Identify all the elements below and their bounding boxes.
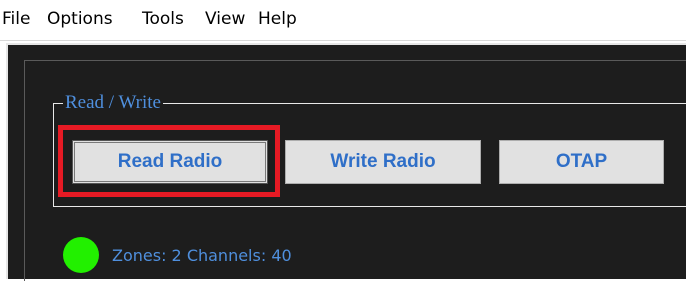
menu-tools[interactable]: Tools <box>142 8 184 30</box>
read-write-group-title: Read / Write <box>63 91 163 115</box>
otap-button[interactable]: OTAP <box>499 140 664 184</box>
menu-separator <box>0 40 686 41</box>
menu-bar: File Options Tools View Help <box>0 0 686 38</box>
read-radio-button[interactable]: Read Radio <box>72 140 268 184</box>
write-radio-button[interactable]: Write Radio <box>285 140 481 184</box>
menu-file[interactable]: File <box>2 8 30 30</box>
connection-status-indicator <box>63 237 99 273</box>
zones-channels-status: Zones: 2 Channels: 40 <box>112 246 292 265</box>
menu-help[interactable]: Help <box>258 8 297 30</box>
menu-view[interactable]: View <box>205 8 245 30</box>
menu-options[interactable]: Options <box>47 8 113 30</box>
